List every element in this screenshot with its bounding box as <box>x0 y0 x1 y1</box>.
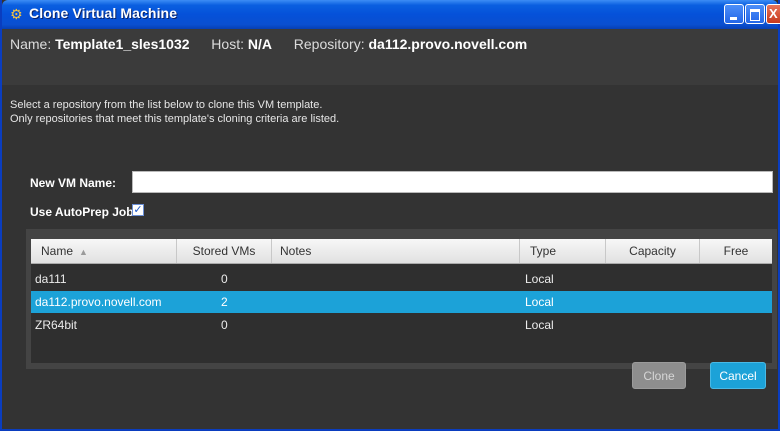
close-button[interactable]: X <box>766 4 780 24</box>
title-bar[interactable]: ⚙ Clone Virtual Machine X <box>2 0 780 29</box>
instructions: Select a repository from the list below … <box>10 98 339 126</box>
cell-name: da111 <box>35 272 67 286</box>
cell-type: Local <box>525 295 554 309</box>
clone-button[interactable]: Clone <box>632 362 686 389</box>
minimize-button[interactable] <box>724 4 744 24</box>
cancel-button[interactable]: Cancel <box>710 362 766 389</box>
maximize-button[interactable] <box>745 4 765 24</box>
table-row[interactable]: ZR64bit 0 Local <box>31 314 772 336</box>
repository-label: Repository: <box>293 36 365 52</box>
template-name: Template1_sles1032 <box>55 36 190 52</box>
cell-type: Local <box>525 272 554 286</box>
column-header-name[interactable]: Name ▲ <box>31 239 177 263</box>
autoprep-checkbox[interactable]: ✓ <box>132 204 144 216</box>
cell-stored-vms: 0 <box>221 318 228 332</box>
cell-stored-vms: 0 <box>221 272 228 286</box>
host-label: Host: <box>211 36 244 52</box>
close-icon: X <box>769 6 778 21</box>
column-header-notes[interactable]: Notes <box>272 239 520 263</box>
instructions-line-2: Only repositories that meet this templat… <box>10 113 340 125</box>
repository-value: da112.provo.novell.com <box>368 36 528 52</box>
column-header-capacity[interactable]: Capacity <box>606 239 700 263</box>
table-row-selected[interactable]: da112.provo.novell.com 2 Local <box>31 291 772 313</box>
template-info: Name: Template1_sles1032 Host: N/A Repos… <box>10 36 527 52</box>
new-vm-name-input[interactable] <box>132 171 773 193</box>
table-row[interactable]: da111 0 Local <box>31 268 772 290</box>
template-info-bar: Name: Template1_sles1032 Host: N/A Repos… <box>2 29 778 85</box>
checkmark-icon: ✓ <box>133 204 143 216</box>
name-label: Name: <box>10 36 52 52</box>
column-header-type[interactable]: Type <box>520 239 606 263</box>
host-value: N/A <box>247 36 272 52</box>
cell-name: ZR64bit <box>35 318 78 332</box>
repository-grid: Name ▲ Stored VMs Notes Type Capacity Fre… <box>26 229 777 369</box>
cell-stored-vms: 2 <box>221 295 228 309</box>
sort-ascending-icon: ▲ <box>79 247 88 257</box>
column-header-free[interactable]: Free <box>700 239 772 263</box>
app-icon: ⚙ <box>10 6 23 22</box>
cell-name: da112.provo.novell.com <box>35 295 162 309</box>
column-header-stored-vms[interactable]: Stored VMs <box>177 239 272 263</box>
table-header: Name ▲ Stored VMs Notes Type Capacity Fre… <box>31 239 772 264</box>
cell-type: Local <box>525 318 554 332</box>
instructions-line-1: Select a repository from the list below … <box>10 99 323 111</box>
repository-table: Name ▲ Stored VMs Notes Type Capacity Fre… <box>31 239 772 363</box>
new-vm-name-label: New VM Name: <box>30 176 117 190</box>
window-title: Clone Virtual Machine <box>29 5 178 21</box>
clone-vm-dialog: ⚙ Clone Virtual Machine X Name: Template… <box>0 0 780 431</box>
autoprep-label: Use AutoPrep Job <box>30 205 134 219</box>
